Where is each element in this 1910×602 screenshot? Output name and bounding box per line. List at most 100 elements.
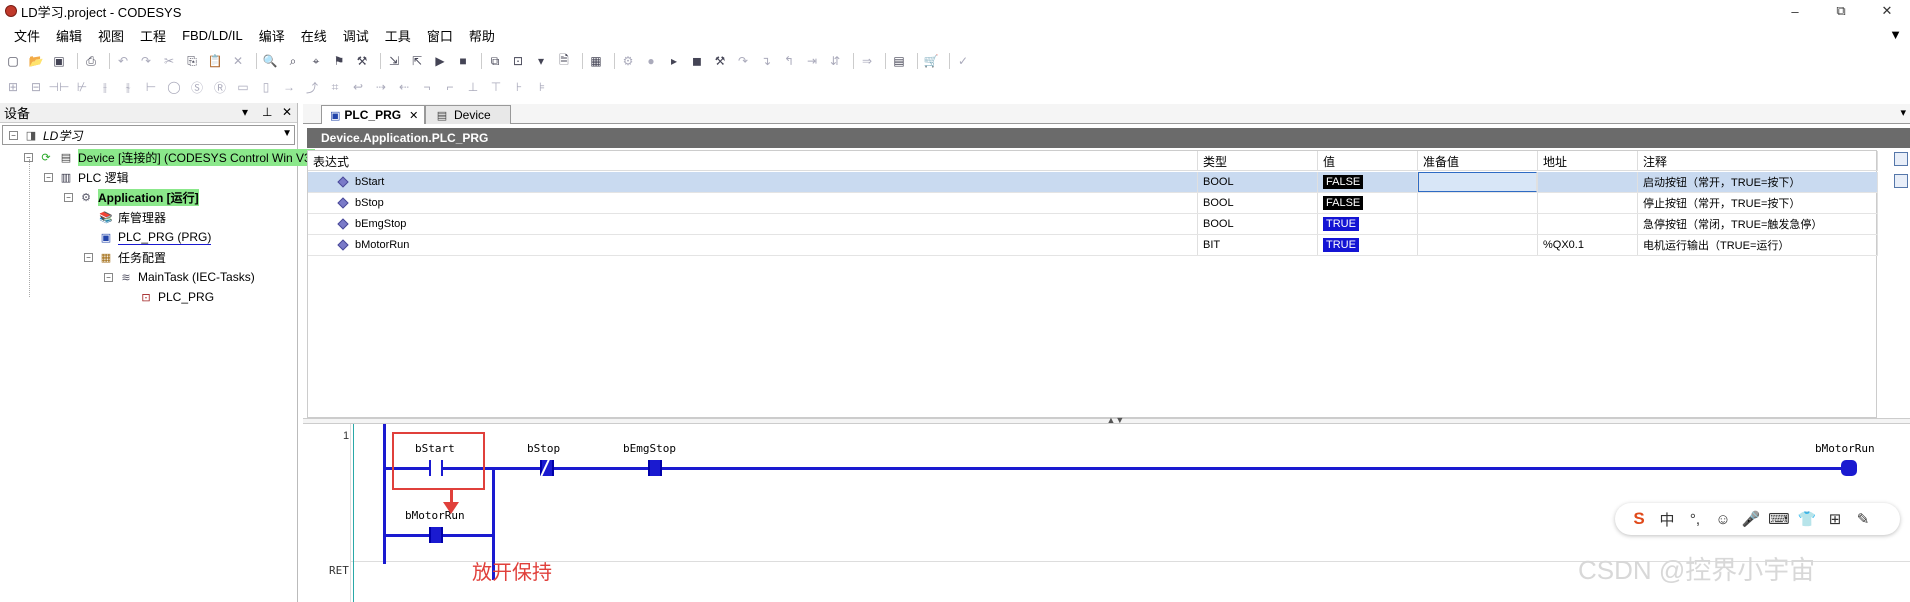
find-replace-icon[interactable]: ⌕ [284,52,302,70]
insert-box-icon[interactable]: ▭ [234,78,252,96]
tabs-dropdown-icon[interactable]: ▾ [1900,106,1906,119]
insert-return-icon[interactable]: ↩ [349,78,367,96]
contact-bmotorrun[interactable] [429,527,443,543]
open-project-icon[interactable]: 📂 [27,52,45,70]
insert-coil-icon[interactable]: ◯ [165,78,183,96]
declaration-table-view-icon[interactable] [1894,174,1908,188]
menu-edit[interactable]: 编辑 [48,26,90,45]
minimize-button[interactable]: – [1772,0,1818,22]
insert-set-coil-icon[interactable]: Ⓢ [188,78,206,96]
login-icon[interactable]: ⇲ [385,52,403,70]
tree-node-application[interactable]: − ⚙ Application [运行] [64,187,199,207]
chevron-down-icon[interactable]: ▼ [282,128,292,139]
save-icon[interactable]: ▣ [50,52,68,70]
column-prepared-value[interactable]: 准备值 [1418,151,1538,171]
copy-icon[interactable]: ⎘ [183,52,201,70]
step-over-icon[interactable]: ↷ [734,52,752,70]
collapse-icon[interactable]: − [9,130,18,140]
calculator-icon[interactable]: ▦ [587,52,605,70]
panel-close-icon[interactable]: ✕ [282,105,292,119]
cut-icon[interactable]: ✂ [160,52,178,70]
step-into-icon[interactable]: ↴ [757,52,775,70]
menu-debug[interactable]: 调试 [335,26,377,45]
online-config-icon[interactable]: ⚙ [619,52,637,70]
insert-network-icon[interactable]: ⊞ [4,78,22,96]
insert-contact-icon[interactable]: ⊣⊢ [49,78,70,96]
dropdown-icon[interactable]: ▾ [532,52,550,70]
menu-tools[interactable]: 工具 [377,26,419,45]
menu-window[interactable]: 窗口 [419,26,461,45]
halt-icon[interactable]: ◼ [688,52,706,70]
column-comment[interactable]: 注释 [1638,151,1878,171]
device-config-icon[interactable]: ▤ [890,52,908,70]
find-icon[interactable]: 🔍 [261,52,279,70]
new-project-icon[interactable]: ▢ [4,52,22,70]
window-icon[interactable]: ⧉ [486,52,504,70]
view-icon[interactable]: ⊡ [509,52,527,70]
ime-toolbox-icon[interactable]: ⊞ [1821,510,1849,528]
ime-toolbar[interactable]: S 中 °, ☺ 🎤 ⌨ 👕 ⊞ ✎ [1615,503,1900,535]
insert-network-below-icon[interactable]: ⊟ [27,78,45,96]
ime-skin-icon[interactable]: 👕 [1793,510,1821,528]
force-icon[interactable]: ⇒ [858,52,876,70]
menu-file[interactable]: 文件 [6,26,48,45]
tab-plc-prg[interactable]: ▣ PLC_PRG ✕ [321,105,425,124]
insert-negated-contact-icon[interactable]: ⊬ [73,78,91,96]
undo-icon[interactable]: ↶ [114,52,132,70]
insert-reset-coil-icon[interactable]: Ⓡ [211,78,229,96]
ime-emoji-icon[interactable]: ☺ [1709,511,1737,528]
prepared-value-input[interactable] [1418,235,1538,255]
customize-toolbar-icon[interactable]: ▼ [1889,27,1902,42]
column-value[interactable]: 值 [1318,151,1418,171]
compile-icon[interactable]: ⚒ [353,52,371,70]
column-type[interactable]: 类型 [1198,151,1318,171]
ime-chinese-mode[interactable]: 中 [1653,509,1681,530]
branch-end-icon[interactable]: ⊧ [533,78,551,96]
column-expression[interactable]: 表达式 [308,151,1198,171]
edge-detection-icon[interactable]: ⌐ [441,78,459,96]
ime-voice-icon[interactable]: 🎤 [1737,510,1765,528]
collapse-icon[interactable]: − [104,272,113,282]
tree-node-plc-logic[interactable]: − ▥ PLC 逻辑 [44,167,129,187]
set-reset-icon[interactable]: ⊥ [464,78,482,96]
breakpoint-icon[interactable]: ● [642,52,660,70]
write-values-icon[interactable]: ⇵ [826,52,844,70]
insert-contact-right-icon[interactable]: ⊢ [142,78,160,96]
tree-node-library-manager[interactable]: 📚 库管理器 [98,207,166,227]
prepared-value-input[interactable] [1418,214,1538,234]
insert-jump-icon[interactable]: ⤴ [303,78,321,96]
contact-bemgstop[interactable] [648,460,662,476]
maximize-button[interactable]: ⧉ [1818,0,1864,22]
package-manager-icon[interactable]: 🛒 [922,52,940,70]
collapse-icon[interactable]: − [64,192,73,202]
negate-icon[interactable]: ¬ [418,78,436,96]
step-out-icon[interactable]: ↰ [780,52,798,70]
project-root-combo[interactable]: − ◨ LD学习 ▼ [2,125,295,145]
ime-punctuation-icon[interactable]: °, [1681,511,1709,528]
prepared-value-input[interactable] [1418,172,1537,192]
tree-node-maintask[interactable]: − ≋ MainTask (IEC-Tasks) [104,267,255,287]
tree-node-task-config[interactable]: − ▦ 任务配置 [84,247,166,267]
contact-bstop[interactable] [540,459,554,477]
ime-keyboard-icon[interactable]: ⌨ [1765,510,1793,528]
insert-parallel-negated-icon[interactable]: ⫳ [119,78,137,96]
ime-handwriting-icon[interactable]: ✎ [1849,510,1877,528]
column-address[interactable]: 地址 [1538,151,1638,171]
run-icon[interactable]: ▸ [665,52,683,70]
collapse-icon[interactable]: − [84,252,93,262]
collapse-icon[interactable]: − [44,172,53,182]
hint-icon[interactable]: ✓ [954,52,972,70]
insert-assignment-icon[interactable]: → [280,78,298,96]
insert-label-icon[interactable]: ⌗ [326,78,344,96]
tab-device[interactable]: ▤ Device [425,105,511,124]
delete-icon[interactable]: ✕ [229,52,247,70]
redo-icon[interactable]: ↷ [137,52,155,70]
insert-box-en-icon[interactable]: ▯ [257,78,275,96]
pin-icon[interactable]: ⊥ [262,105,272,119]
panel-dropdown-icon[interactable]: ▾ [242,105,248,119]
menu-view[interactable]: 视图 [90,26,132,45]
sogou-logo-icon[interactable]: S [1625,509,1653,529]
coil-bmotorrun[interactable] [1841,460,1857,476]
table-row[interactable]: bMotorRun BIT TRUE %QX0.1 电机运行输出（TRUE=运行… [308,235,1878,256]
menu-online[interactable]: 在线 [293,26,335,45]
